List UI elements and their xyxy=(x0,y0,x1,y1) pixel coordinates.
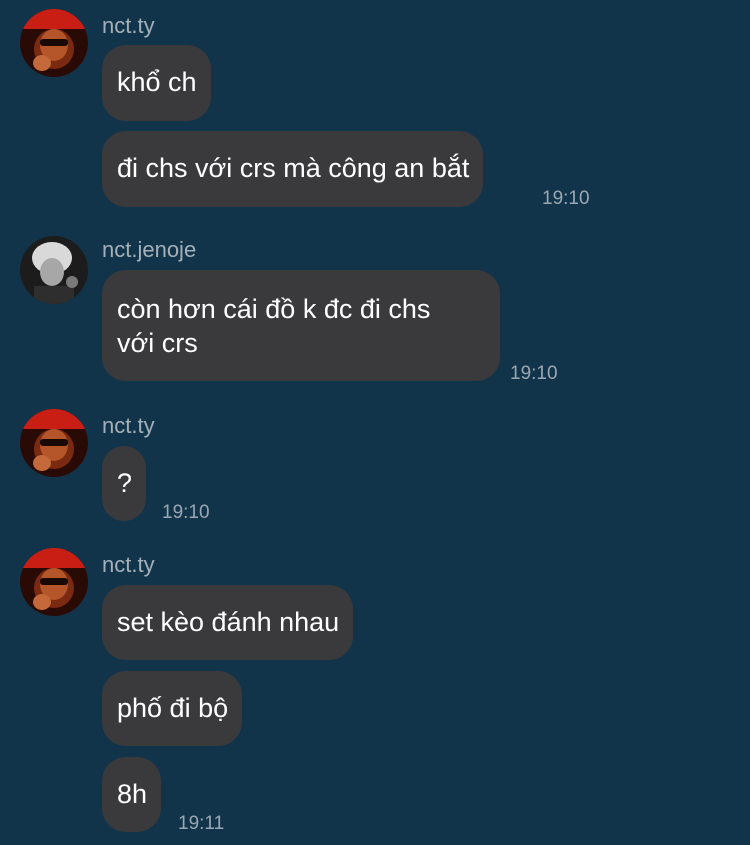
message-bubble[interactable]: 8h xyxy=(102,757,162,832)
avatar-red-icon xyxy=(20,9,88,77)
message-timestamp: 19:11 xyxy=(178,813,225,834)
sender-name[interactable]: nct.jenoje xyxy=(102,238,196,262)
sender-avatar[interactable] xyxy=(20,409,88,477)
sender-name[interactable]: nct.ty xyxy=(102,553,155,577)
message-bubble[interactable]: đi chs với crs mà công an bắt xyxy=(102,131,484,207)
sender-avatar[interactable] xyxy=(20,9,88,77)
message-bubble[interactable]: set kèo đánh nhau xyxy=(102,585,354,660)
sender-name[interactable]: nct.ty xyxy=(102,14,155,38)
avatar-red-icon xyxy=(20,409,88,477)
message-timestamp: 19:10 xyxy=(542,188,590,209)
message-timestamp: 19:10 xyxy=(510,363,558,384)
avatar-red-icon xyxy=(20,548,88,616)
message-bubble[interactable]: ? xyxy=(102,446,147,521)
message-bubble[interactable]: khổ ch xyxy=(102,45,211,121)
avatar-gray-icon xyxy=(20,236,88,304)
message-bubble[interactable]: còn hơn cái đồ k đc đi chs với crs xyxy=(102,270,500,381)
sender-avatar[interactable] xyxy=(20,548,88,616)
message-timestamp: 19:10 xyxy=(162,502,210,523)
sender-name[interactable]: nct.ty xyxy=(102,414,155,438)
message-bubble[interactable]: phố đi bộ xyxy=(102,671,243,746)
sender-avatar[interactable] xyxy=(20,236,88,304)
